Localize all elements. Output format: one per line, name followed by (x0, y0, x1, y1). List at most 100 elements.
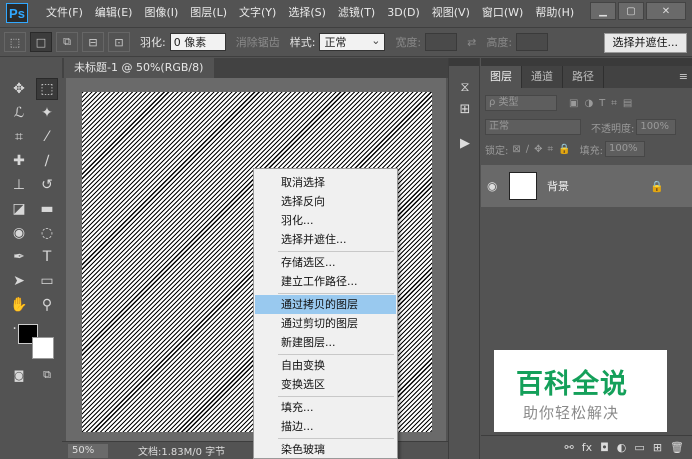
lock-icons[interactable]: ⊠∕✥⌗🔒 (512, 144, 575, 155)
eyedropper-icon[interactable]: ⁄ (36, 126, 58, 148)
adjustment-layer-icon[interactable]: ◐ (617, 441, 627, 454)
fill-input[interactable]: 100% (604, 141, 645, 157)
main-menu: 文件(F) 编辑(E) 图像(I) 图层(L) 文字(Y) 选择(S) 滤镜(T… (40, 0, 580, 26)
menu-help[interactable]: 帮助(H) (529, 0, 580, 26)
magic-wand-icon[interactable]: ✦ (36, 102, 58, 124)
menu-separator (278, 293, 394, 294)
opacity-label: 不透明度: (591, 123, 635, 135)
tab-channels[interactable]: 通道 (522, 66, 563, 88)
panel-tabs: 图层 通道 路径 ≡ (481, 66, 692, 88)
window-controls: ▁ ▢ ✕ (590, 2, 686, 20)
hand-tool-icon[interactable]: ✋ (8, 294, 30, 316)
actions-play-icon[interactable]: ▶ (454, 132, 476, 154)
history-panel-icon[interactable]: ⧖ (454, 76, 476, 98)
menu-image[interactable]: 图像(I) (138, 0, 184, 26)
filter-icons[interactable]: ▣◑T⌗▤ (569, 98, 638, 109)
menu-item-stained-glass[interactable]: 染色玻璃 (255, 440, 396, 459)
menu-item-layer-via-cut[interactable]: 通过剪切的图层 (255, 314, 396, 333)
clone-stamp-icon[interactable]: ⊥ (8, 174, 30, 196)
antialias-checkbox[interactable]: 消除锯齿 (236, 34, 280, 50)
brush-tool-icon[interactable]: ∕ (36, 150, 58, 172)
add-selection-icon[interactable]: ⧉ (56, 32, 78, 52)
blend-row: 正常 不透明度: 100% (485, 117, 688, 137)
menu-item-select-inverse[interactable]: 选择反向 (255, 192, 396, 211)
rectangle-tool-icon[interactable]: ▭ (36, 270, 58, 292)
move-tool-icon[interactable]: ✥ (8, 78, 30, 100)
menu-item-save-selection[interactable]: 存储选区... (255, 253, 396, 272)
menu-window[interactable]: 窗口(W) (476, 0, 529, 26)
layer-name: 背景 (547, 180, 569, 193)
new-selection-icon[interactable]: □ (30, 32, 52, 52)
menu-layer[interactable]: 图层(L) (184, 0, 233, 26)
zoom-level[interactable]: 50% (68, 443, 108, 458)
pen-tool-icon[interactable]: ✒ (8, 246, 30, 268)
gradient-tool-icon[interactable]: ▬ (36, 198, 58, 220)
visibility-eye-icon[interactable]: ◉ (487, 179, 507, 193)
eraser-tool-icon[interactable]: ◪ (8, 198, 30, 220)
watermark-subtitle: 助你轻松解决 (523, 404, 620, 422)
blur-tool-icon[interactable]: ◉ (8, 222, 30, 244)
menu-item-feather[interactable]: 羽化... (255, 211, 396, 230)
document-tab[interactable]: 未标题-1 @ 50%(RGB/8) *× (64, 58, 214, 94)
type-tool-icon[interactable]: T (36, 246, 58, 268)
fx-icon[interactable]: fx (582, 441, 592, 454)
menu-item-deselect[interactable]: 取消选择 (255, 173, 396, 192)
menu-item-transform-selection[interactable]: 变换选区 (255, 375, 396, 394)
dodge-tool-icon[interactable]: ◌ (36, 222, 58, 244)
properties-panel-icon[interactable]: ⊞ (454, 98, 476, 120)
minimize-button[interactable]: ▁ (590, 2, 616, 20)
panel-menu-icon[interactable]: ≡ (679, 66, 688, 88)
maximize-button[interactable]: ▢ (618, 2, 644, 20)
menu-filter[interactable]: 滤镜(T) (332, 0, 381, 26)
height-input[interactable] (516, 33, 549, 51)
tab-layers[interactable]: 图层 (481, 66, 522, 88)
path-selection-icon[interactable]: ➤ (8, 270, 30, 292)
link-layers-icon[interactable]: ⚯ (564, 441, 573, 454)
menu-file[interactable]: 文件(F) (40, 0, 89, 26)
menu-3d[interactable]: 3D(D) (381, 0, 426, 26)
close-button[interactable]: ✕ (646, 2, 686, 20)
menu-item-new-layer[interactable]: 新建图层... (255, 333, 396, 352)
delete-layer-icon[interactable]: 🗑 (670, 441, 684, 454)
menu-view[interactable]: 视图(V) (426, 0, 476, 26)
lasso-tool-icon[interactable]: ℒ (8, 102, 30, 124)
menu-item-fill[interactable]: 填充... (255, 398, 396, 417)
filter-row: ρ 类型 ▣◑T⌗▤ (485, 93, 688, 113)
layer-row-background[interactable]: ◉ 背景 🔒 (481, 165, 692, 207)
menu-item-make-work-path[interactable]: 建立工作路径... (255, 272, 396, 291)
panel-icon-strip: ⧖ ⊞ ▶ (448, 58, 480, 459)
zoom-tool-icon[interactable]: ⚲ (36, 294, 58, 316)
crop-tool-icon[interactable]: ⌗ (8, 126, 30, 148)
feather-label: 羽化: (140, 36, 166, 49)
menu-item-stroke[interactable]: 描边... (255, 417, 396, 436)
menu-edit[interactable]: 编辑(E) (89, 0, 139, 26)
menu-type[interactable]: 文字(Y) (233, 0, 282, 26)
marquee-preset-icon[interactable]: ⬚ (4, 32, 26, 52)
blend-mode-select[interactable]: 正常 (485, 119, 581, 135)
background-color-swatch[interactable] (32, 337, 54, 359)
swap-icon[interactable]: ⇄ (467, 36, 476, 49)
screen-mode-icon[interactable]: ⧉ (36, 364, 58, 386)
subtract-selection-icon[interactable]: ⊟ (82, 32, 104, 52)
layers-panel-footer: ⚯ fx ◘ ◐ ▭ ⊞ 🗑 (481, 435, 692, 459)
new-layer-icon[interactable]: ⊞ (653, 441, 662, 454)
select-and-mask-button[interactable]: 选择并遮住... (603, 33, 687, 53)
add-mask-icon[interactable]: ◘ (600, 441, 609, 454)
feather-input[interactable]: 0 像素 (169, 33, 226, 51)
intersect-selection-icon[interactable]: ⊡ (108, 32, 130, 52)
menu-separator (278, 438, 394, 439)
tab-paths[interactable]: 路径 (563, 66, 604, 88)
quick-mask-icon[interactable]: ◙ (8, 364, 30, 386)
style-select[interactable]: 正常 (319, 32, 386, 51)
marquee-tool-icon[interactable]: ⬚ (36, 78, 58, 100)
layer-filter-select[interactable]: ρ 类型 (485, 95, 557, 111)
width-input[interactable] (425, 33, 458, 51)
menu-select[interactable]: 选择(S) (282, 0, 332, 26)
opacity-input[interactable]: 100% (636, 119, 677, 135)
menu-item-free-transform[interactable]: 自由变换 (255, 356, 396, 375)
history-brush-icon[interactable]: ↺ (36, 174, 58, 196)
healing-brush-icon[interactable]: ✚ (8, 150, 30, 172)
new-group-icon[interactable]: ▭ (634, 441, 644, 454)
menu-item-select-and-mask[interactable]: 选择并遮住... (255, 230, 396, 249)
menu-item-layer-via-copy[interactable]: 通过拷贝的图层 (255, 295, 396, 314)
